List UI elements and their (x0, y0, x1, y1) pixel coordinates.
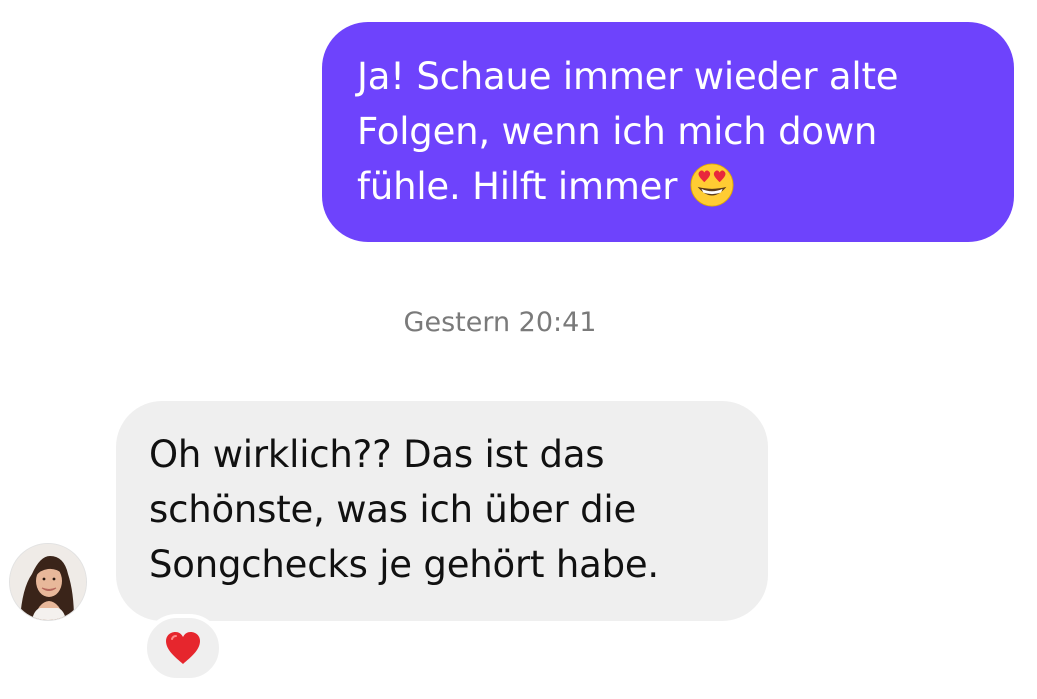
outgoing-message-line-1: Ja! Schaue immer wieder alte (357, 55, 899, 98)
message-reaction-badge[interactable] (143, 614, 223, 682)
red-heart-icon (166, 632, 200, 664)
incoming-message-line-3: Songchecks je gehört habe. (149, 543, 659, 586)
incoming-message-bubble[interactable]: Oh wirklich?? Das ist das schönste, was … (116, 401, 768, 621)
outgoing-message-line-3: fühle. Hilft immer (357, 159, 994, 214)
outgoing-message-line-2: Folgen, wenn ich mich down (357, 110, 878, 153)
outgoing-message-bubble[interactable]: Ja! Schaue immer wieder alte Folgen, wen… (322, 22, 1014, 242)
contact-portrait-icon (10, 544, 86, 620)
contact-avatar[interactable] (9, 543, 87, 621)
incoming-message-line-2: schönste, was ich über die (149, 488, 637, 531)
outgoing-message-line-3-text: fühle. Hilft immer (357, 165, 678, 208)
heart-eyes-emoji-icon (690, 162, 734, 207)
message-timestamp: Gestern 20:41 (403, 307, 597, 338)
incoming-message-line-1: Oh wirklich?? Das ist das (149, 433, 605, 476)
